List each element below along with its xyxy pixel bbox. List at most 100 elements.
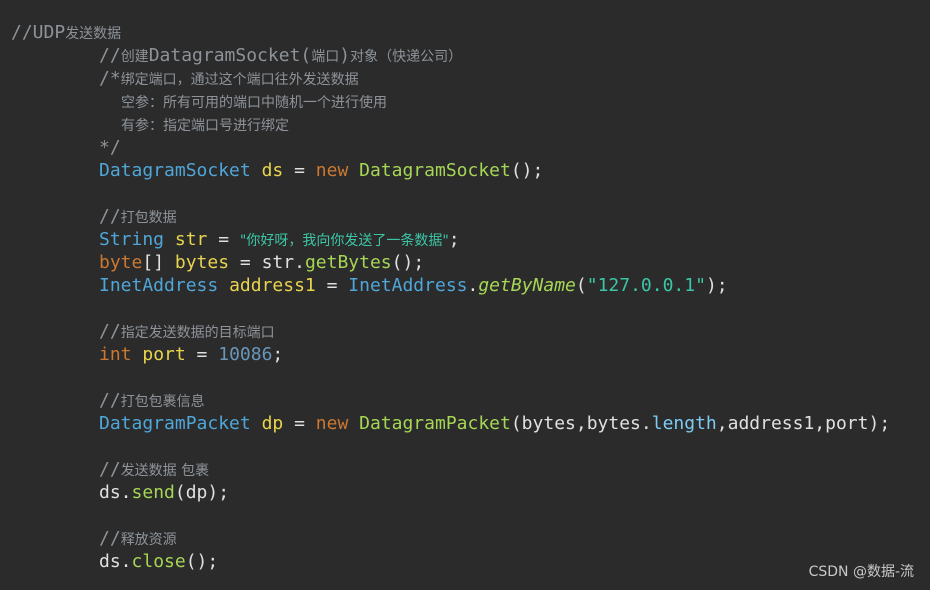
code-token: [] (142, 252, 175, 273)
code-token: DatagramSocket (99, 160, 251, 181)
code-token: (); (391, 252, 425, 273)
code-token: InetAddress (99, 275, 219, 296)
code-line: String str = "你好呀，我向你发送了一条数据"; (0, 228, 930, 251)
code-token: . (467, 275, 479, 296)
code-line: ds.send(dp); (0, 481, 930, 504)
code-token: (bytes,bytes. (510, 413, 652, 434)
code-token: = (185, 344, 219, 365)
code-token: ; (272, 344, 284, 365)
code-token: "127.0.0.1" (586, 275, 706, 296)
code-token: byte (99, 252, 143, 273)
code-token: str (174, 229, 208, 250)
code-token: DatagramSocket( (148, 45, 312, 66)
code-token: 打包包裹信息 (120, 394, 205, 410)
code-line: //UDP发送数据 (0, 21, 930, 44)
code-token: 释放资源 (120, 532, 177, 548)
code-token: getByName (478, 275, 576, 296)
code-line: */ (0, 136, 930, 159)
code-line: DatagramPacket dp = new DatagramPacket(b… (0, 412, 930, 435)
code-token: // (99, 45, 121, 66)
code-editor: //UDP发送数据//创建DatagramSocket(端口)对象（快递公司） /… (0, 0, 930, 590)
code-line: 有参：指定端口号进行绑定 (0, 113, 930, 136)
code-line: byte[] bytes = str.getBytes(); (0, 251, 930, 274)
code-token: 对象（快递公司） (350, 49, 463, 65)
code-line: //创建DatagramSocket(端口)对象（快递公司） (0, 44, 930, 67)
code-token: send (131, 482, 175, 503)
code-token: // (99, 390, 121, 411)
code-line: //释放资源 (0, 527, 930, 550)
code-token: getBytes (304, 252, 392, 273)
code-token: // (99, 206, 121, 227)
code-token: 创建 (120, 49, 149, 65)
code-token: address1 (229, 275, 316, 296)
code-token: // (99, 321, 121, 342)
code-token: DatagramSocket (359, 160, 511, 181)
code-token: new (315, 413, 349, 434)
code-token: String (99, 229, 165, 250)
code-token: // (99, 459, 121, 480)
code-token: DatagramPacket (99, 413, 251, 434)
code-token: */ (99, 137, 121, 158)
code-token: 指定发送数据的目标端口 (120, 325, 275, 341)
code-token: 绑定端口，通过这个端口往外发送数据 (120, 72, 359, 88)
code-token: int (99, 344, 132, 365)
code-token: = (207, 229, 240, 250)
code-token: new (315, 160, 349, 181)
code-token: str. (261, 252, 305, 273)
code-token: ds. (99, 551, 132, 572)
code-token: /* (99, 68, 121, 89)
code-token: InetAddress (348, 275, 468, 296)
code-token: 发送数据 包裹 (120, 463, 210, 479)
code-token: 发送数据 (65, 26, 122, 42)
code-token: 有参：指定端口号进行绑定 (121, 118, 289, 134)
code-line: //发送数据 包裹 (0, 458, 930, 481)
code-line: int port = 10086; (0, 343, 930, 366)
code-token: 10086 (218, 344, 273, 365)
code-token: close (131, 551, 186, 572)
code-token: port (142, 344, 186, 365)
code-line: //指定发送数据的目标端口 (0, 320, 930, 343)
code-token: //UDP (11, 22, 66, 43)
code-token: ); (705, 275, 728, 296)
code-token: 端口 (311, 49, 340, 65)
code-line: InetAddress address1 = InetAddress.getBy… (0, 274, 930, 297)
code-line: 空参：所有可用的端口中随机一个进行使用 (0, 90, 930, 113)
code-token: bytes (174, 252, 230, 273)
code-token: DatagramPacket (359, 413, 511, 434)
code-token: ds. (99, 482, 132, 503)
code-line: ds.close(); (0, 550, 930, 573)
code-token: = (283, 413, 316, 434)
code-token: ds (261, 160, 284, 181)
code-token: // (99, 528, 121, 549)
code-token: 空参：所有可用的端口中随机一个进行使用 (121, 95, 387, 111)
code-token: ( (575, 275, 587, 296)
code-token: ) (339, 45, 351, 66)
watermark: CSDN @数据-流 (808, 564, 914, 580)
code-line: //打包包裹信息 (0, 389, 930, 412)
code-token: 打包数据 (120, 210, 177, 226)
code-token: ; (448, 229, 460, 250)
code-token: "你好呀，我向你发送了一条数据" (239, 233, 449, 249)
code-token: = (283, 160, 316, 181)
code-line: //打包数据 (0, 205, 930, 228)
code-line: /*绑定端口，通过这个端口往外发送数据 (0, 67, 930, 90)
code-token: (dp); (174, 482, 230, 503)
code-token: (); (185, 551, 219, 572)
code-line: DatagramSocket ds = new DatagramSocket()… (0, 159, 930, 182)
code-token: dp (261, 413, 284, 434)
code-token: (); (510, 160, 544, 181)
code-token: length (651, 413, 717, 434)
code-token: = (315, 275, 349, 296)
code-token: ,address1,port); (716, 413, 891, 434)
